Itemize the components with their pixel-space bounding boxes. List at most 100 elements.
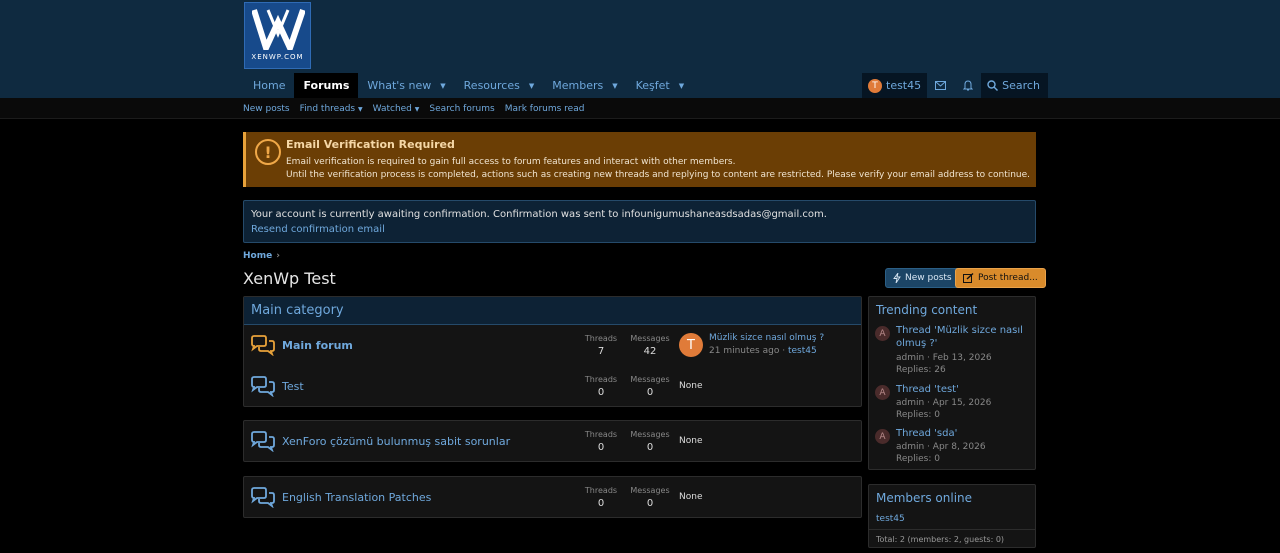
user-account-link[interactable]: T test45	[862, 73, 928, 98]
nav-item-home[interactable]: Home	[244, 73, 294, 98]
forum-title[interactable]: English Translation Patches	[282, 491, 431, 504]
email-verification-notice: ! Email Verification Required Email veri…	[243, 132, 1036, 187]
chevron-down-icon[interactable]: ▼	[529, 82, 534, 90]
chevron-down-icon[interactable]: ▼	[679, 82, 684, 90]
stat-label: Threads	[584, 334, 618, 343]
bell-icon	[962, 80, 973, 91]
nav-item-whats-new[interactable]: What's new ▼	[358, 73, 454, 98]
notice-message: Your account is currently awaiting confi…	[251, 209, 827, 220]
avatar[interactable]: A	[875, 385, 890, 400]
site-header: XENWP.COM Home Forums What's new ▼ Resour…	[0, 0, 1280, 98]
trending-replies: Replies: 26	[896, 365, 946, 375]
trending-meta: admin · Apr 8, 2026	[896, 442, 986, 452]
category-title[interactable]: Main category	[244, 297, 861, 325]
latest-post-user[interactable]: test45	[788, 346, 817, 356]
category-block: Main category Main forum Threads 7 Messa…	[243, 296, 862, 407]
latest-post-meta: 21 minutes ago · test45	[709, 346, 817, 356]
logo-text: XENWP.COM	[251, 53, 304, 61]
stat-value: 7	[597, 346, 605, 357]
trending-thread-link[interactable]: Thread 'test'	[896, 383, 1026, 396]
messages-stat: Messages 0	[625, 375, 675, 398]
threads-stat: Threads 0	[576, 486, 626, 509]
sub-nav: New posts Find threads ▼ Watched ▼ Searc…	[0, 98, 1280, 119]
exclamation-circle-icon: !	[255, 139, 281, 165]
nav-item-forums[interactable]: Forums	[294, 73, 359, 98]
nav-item-resources[interactable]: Resources ▼	[455, 73, 544, 98]
nav-item-label: Forums	[303, 79, 350, 92]
stat-value: 42	[643, 346, 657, 357]
forum-title[interactable]: Test	[282, 380, 304, 393]
nav-item-members[interactable]: Members ▼	[543, 73, 626, 98]
stat-label: Messages	[630, 486, 670, 495]
latest-thread-link[interactable]: Müzlik sizce nasıl olmuş ?	[709, 333, 824, 343]
chevron-down-icon[interactable]: ▼	[440, 82, 445, 90]
notice-line: Until the verification process is comple…	[286, 170, 1031, 180]
stat-value: 0	[646, 387, 654, 398]
subnav-new-posts[interactable]: New posts	[243, 104, 290, 114]
new-posts-button[interactable]: New posts	[885, 268, 960, 288]
stat-value: 0	[597, 442, 605, 453]
subnav-find-threads[interactable]: Find threads ▼	[300, 104, 363, 114]
latest-post-time: 21 minutes ago	[709, 346, 780, 356]
forum-node: Main forum Threads 7 Messages 42 T Müzli…	[244, 325, 861, 366]
inbox-button[interactable]	[927, 73, 954, 98]
alerts-button[interactable]	[954, 73, 981, 98]
trending-thread-link[interactable]: Thread 'Müzlik sizce nasıl olmuş ?'	[896, 324, 1026, 350]
forum-node-box: XenForo çözümü bulunmuş sabit sorunlar T…	[243, 420, 862, 462]
trending-item: A Thread 'Müzlik sizce nasıl olmuş ?' ad…	[875, 324, 1030, 375]
avatar[interactable]: T	[679, 333, 703, 357]
notice-title: Email Verification Required	[286, 138, 455, 151]
online-total: Total: 2 (members: 2, guests: 0)	[869, 529, 1035, 549]
notice-line: Email verification is required to gain f…	[286, 157, 736, 167]
latest-post-none: None	[679, 381, 703, 391]
logo-w-icon	[252, 9, 305, 50]
trending-item: A Thread 'sda' admin · Apr 8, 2026 Repli…	[875, 427, 1030, 464]
threads-stat: Threads 0	[576, 430, 626, 453]
forum-node: Test Threads 0 Messages 0 None	[244, 366, 861, 407]
post-thread-button[interactable]: Post thread...	[955, 268, 1046, 288]
widget-title: Members online	[876, 491, 973, 505]
trending-content-widget: Trending content A Thread 'Müzlik sizce …	[868, 296, 1036, 470]
members-online-widget: Members online test45 Total: 2 (members:…	[868, 484, 1036, 548]
stat-label: Messages	[630, 430, 670, 439]
site-logo[interactable]: XENWP.COM	[244, 2, 311, 69]
latest-post-none: None	[679, 436, 703, 446]
nav-item-label: Members	[552, 79, 604, 92]
forum-title[interactable]: XenForo çözümü bulunmuş sabit sorunlar	[282, 435, 510, 448]
subnav-mark-read[interactable]: Mark forums read	[505, 104, 585, 114]
subnav-watched[interactable]: Watched ▼	[373, 104, 420, 114]
envelope-icon	[935, 81, 947, 90]
button-label: Post thread...	[978, 273, 1038, 283]
trending-replies: Replies: 0	[896, 410, 940, 420]
search-icon	[987, 80, 999, 91]
chat-bubbles-icon	[251, 335, 275, 356]
avatar[interactable]: A	[875, 429, 890, 444]
messages-stat: Messages 0	[625, 430, 675, 453]
resend-confirmation-link[interactable]: Resend confirmation email	[251, 224, 385, 235]
trending-thread-link[interactable]: Thread 'sda'	[896, 427, 1026, 440]
messages-stat: Messages 42	[625, 334, 675, 357]
stat-label: Threads	[584, 430, 618, 439]
page-title: XenWp Test	[243, 269, 336, 288]
stat-label: Threads	[584, 486, 618, 495]
avatar: T	[868, 78, 882, 93]
stat-value: 0	[646, 498, 654, 509]
latest-post-none: None	[679, 492, 703, 502]
nav-item-kesfet[interactable]: Keşfet ▼	[627, 73, 694, 98]
main-nav: Home Forums What's new ▼ Resources ▼ Membe…	[244, 73, 693, 98]
forum-title[interactable]: Main forum	[282, 339, 353, 352]
breadcrumb-home[interactable]: Home	[243, 251, 272, 261]
messages-stat: Messages 0	[625, 486, 675, 509]
search-button[interactable]: Search	[981, 73, 1048, 98]
chat-bubbles-icon	[251, 376, 275, 397]
chevron-down-icon[interactable]: ▼	[612, 82, 617, 90]
subnav-search-forums[interactable]: Search forums	[429, 104, 494, 114]
online-member-link[interactable]: test45	[876, 514, 905, 524]
subnav-label: Find threads	[299, 103, 356, 114]
widget-title: Trending content	[876, 303, 978, 317]
stat-value: 0	[597, 498, 605, 509]
edit-icon	[963, 273, 974, 283]
avatar[interactable]: A	[875, 326, 890, 341]
breadcrumb: Home ›	[243, 251, 280, 261]
button-label: New posts	[905, 273, 952, 283]
